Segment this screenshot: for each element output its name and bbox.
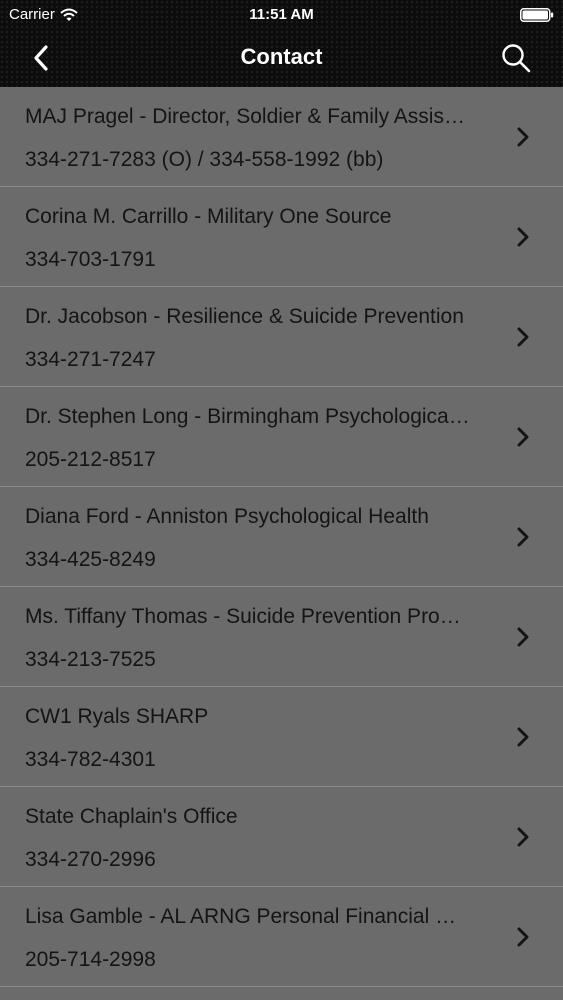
chevron-right-icon	[517, 627, 529, 647]
contact-row[interactable]: Corina M. Carrillo - Military One Source…	[0, 187, 563, 287]
contact-row[interactable]: MAJ Pragel - Director, Soldier & Family …	[0, 87, 563, 187]
contact-phone: 334-782-4301	[25, 748, 156, 771]
search-icon	[502, 44, 531, 73]
contact-name: Dr. Stephen Long - Birmingham Psychologi…	[25, 405, 470, 428]
contact-phone: 334-271-7283 (O) / 334-558-1992 (bb)	[25, 148, 384, 171]
chevron-right-icon	[517, 927, 529, 947]
chevron-right-icon	[517, 427, 529, 447]
contact-name: CW1 Ryals SHARP	[25, 705, 209, 728]
contact-row[interactable]: Lisa Gamble - AL ARNG Personal Financial…	[0, 887, 563, 987]
contact-phone: 334-703-1791	[25, 248, 156, 271]
contact-name: Lisa Gamble - AL ARNG Personal Financial…	[25, 905, 470, 928]
status-time: 11:51 AM	[249, 6, 314, 23]
contact-name: MAJ Pragel - Director, Soldier & Family …	[25, 105, 470, 128]
chevron-right-icon	[517, 727, 529, 747]
contact-phone: 205-714-2998	[25, 948, 156, 971]
contact-phone: 205-212-8517	[25, 448, 156, 471]
contact-phone: 334-270-2996	[25, 848, 156, 871]
chevron-right-icon	[517, 527, 529, 547]
contact-row[interactable]: Ms. Tiffany Thomas - Suicide Prevention …	[0, 587, 563, 687]
contact-name: Diana Ford - Anniston Psychological Heal…	[25, 505, 429, 528]
chevron-right-icon	[517, 227, 529, 247]
contact-row[interactable]: Dr. Stephen Long - Birmingham Psychologi…	[0, 387, 563, 487]
contact-phone: 334-213-7525	[25, 648, 156, 671]
navigation-bar: Contact	[0, 30, 563, 87]
contact-row[interactable]: State Chaplain's Office 334-270-2996	[0, 787, 563, 887]
contact-name: Dr. Jacobson - Resilience & Suicide Prev…	[25, 305, 464, 328]
contact-name: State Chaplain's Office	[25, 805, 238, 828]
contact-screen: Carrier 11:51 AM Contact MAJ Pragel - Di…	[0, 0, 563, 1000]
contact-row[interactable]: Diana Ford - Anniston Psychological Heal…	[0, 487, 563, 587]
contact-list: MAJ Pragel - Director, Soldier & Family …	[0, 87, 563, 987]
contact-name: Corina M. Carrillo - Military One Source	[25, 205, 392, 228]
top-bar: Carrier 11:51 AM Contact	[0, 0, 563, 87]
chevron-right-icon	[517, 827, 529, 847]
status-bar: Carrier 11:51 AM	[0, 0, 563, 30]
chevron-right-icon	[517, 127, 529, 147]
page-title: Contact	[240, 44, 323, 69]
search-button[interactable]	[497, 39, 535, 77]
contact-name: Ms. Tiffany Thomas - Suicide Prevention …	[25, 605, 470, 628]
chevron-right-icon	[517, 327, 529, 347]
contact-row[interactable]: CW1 Ryals SHARP 334-782-4301	[0, 687, 563, 787]
battery-full-icon	[520, 8, 554, 22]
contact-row[interactable]: Dr. Jacobson - Resilience & Suicide Prev…	[0, 287, 563, 387]
contact-phone: 334-425-8249	[25, 548, 156, 571]
contact-phone: 334-271-7247	[25, 348, 156, 371]
